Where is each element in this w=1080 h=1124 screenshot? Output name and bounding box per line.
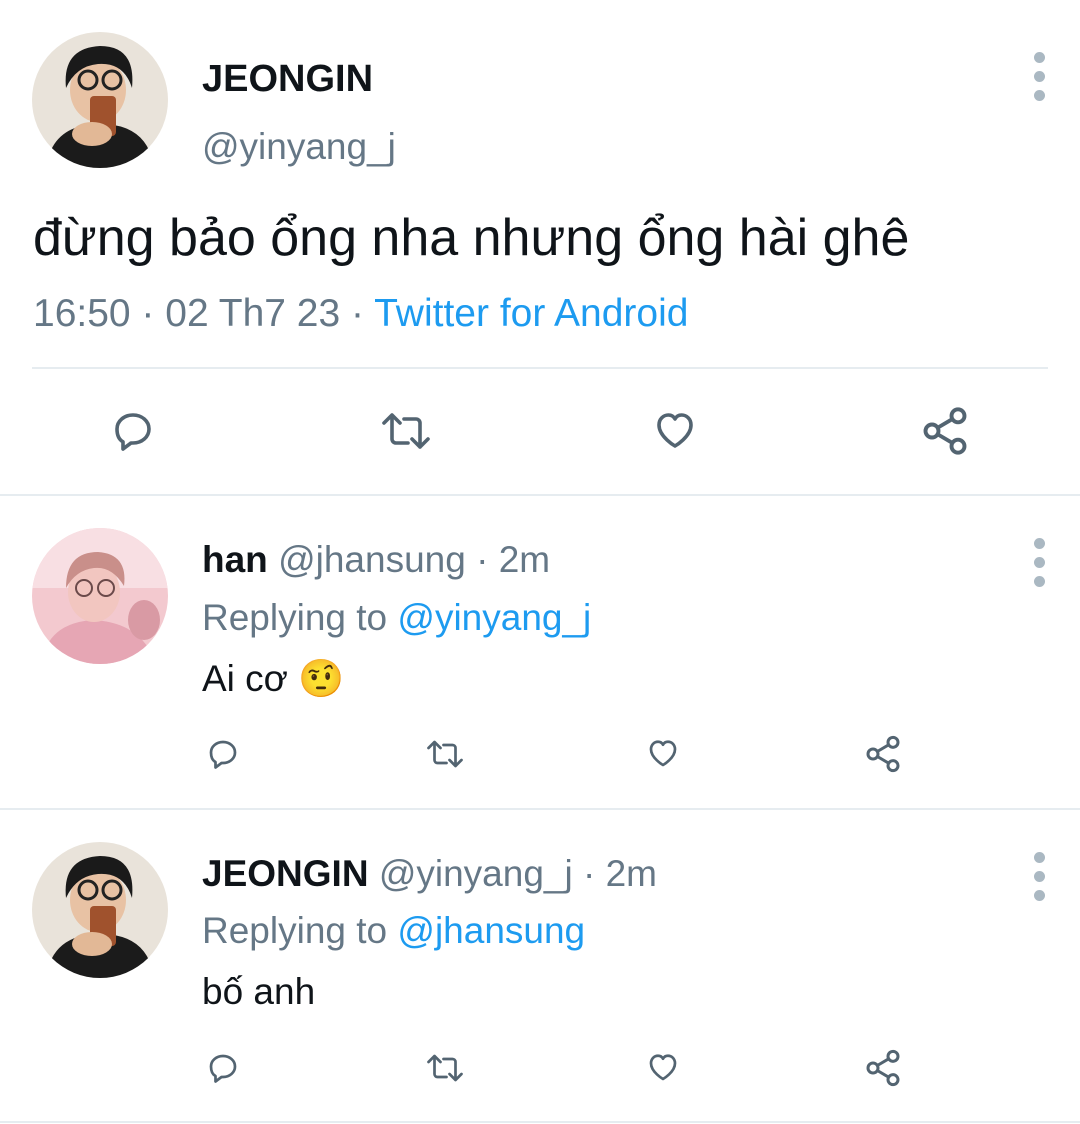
handle-time[interactable]: @jhansung · 2m <box>278 539 550 580</box>
divider <box>0 1121 1080 1123</box>
avatar-jeongin-main[interactable] <box>32 32 168 168</box>
more-options-icon[interactable] <box>1034 52 1046 109</box>
more-options-icon[interactable] <box>1034 538 1046 595</box>
share-icon[interactable] <box>863 1048 903 1088</box>
like-icon[interactable] <box>644 1049 682 1085</box>
replying-to: Replying to @yinyang_j <box>202 597 591 639</box>
retweet-icon[interactable] <box>422 736 468 772</box>
retweet-icon[interactable] <box>422 1050 468 1086</box>
like-icon[interactable] <box>644 735 682 771</box>
reply-header: han @jhansung · 2m <box>202 539 550 581</box>
replying-to-label: Replying to <box>202 597 398 638</box>
reply-icon[interactable] <box>204 736 242 772</box>
reply-icon[interactable] <box>108 407 158 455</box>
raised-eyebrow-emoji: 🤨 <box>298 657 345 700</box>
replying-to-handle[interactable]: @yinyang_j <box>397 597 591 638</box>
avatar-jeongin-reply[interactable] <box>32 842 168 978</box>
user-handle[interactable]: @yinyang_j <box>202 126 396 168</box>
replying-to-handle[interactable]: @jhansung <box>397 910 585 951</box>
display-name[interactable]: han <box>202 539 268 580</box>
like-icon[interactable] <box>650 406 700 454</box>
display-name[interactable]: JEONGIN <box>202 58 373 101</box>
display-name[interactable]: JEONGIN <box>202 853 369 894</box>
more-options-icon[interactable] <box>1034 852 1046 909</box>
divider <box>32 367 1048 369</box>
replying-to-label: Replying to <box>202 910 398 951</box>
tweet-timestamp: 16:50 · 02 Th7 23 · <box>33 292 375 335</box>
tweet-text: đừng bảo ổng nha nhưng ổng hài ghê <box>33 209 910 267</box>
reply-icon[interactable] <box>204 1050 242 1086</box>
tweet-source-link[interactable]: Twitter for Android <box>374 292 688 335</box>
reply-text-body: Ai cơ <box>202 658 288 699</box>
retweet-icon[interactable] <box>376 407 436 455</box>
reply-text: Ai cơ 🤨 <box>202 657 344 701</box>
share-icon[interactable] <box>863 734 903 774</box>
tweet-meta: 16:50 · 02 Th7 23 · Twitter for Android <box>33 292 688 336</box>
divider <box>0 494 1080 496</box>
share-icon[interactable] <box>918 405 972 457</box>
reply-text: bố anh <box>202 971 316 1012</box>
divider <box>0 808 1080 810</box>
reply-header: JEONGIN @yinyang_j · 2m <box>202 853 657 895</box>
replying-to: Replying to @jhansung <box>202 910 585 952</box>
avatar-han[interactable] <box>32 528 168 664</box>
handle-time[interactable]: @yinyang_j · 2m <box>379 853 657 894</box>
